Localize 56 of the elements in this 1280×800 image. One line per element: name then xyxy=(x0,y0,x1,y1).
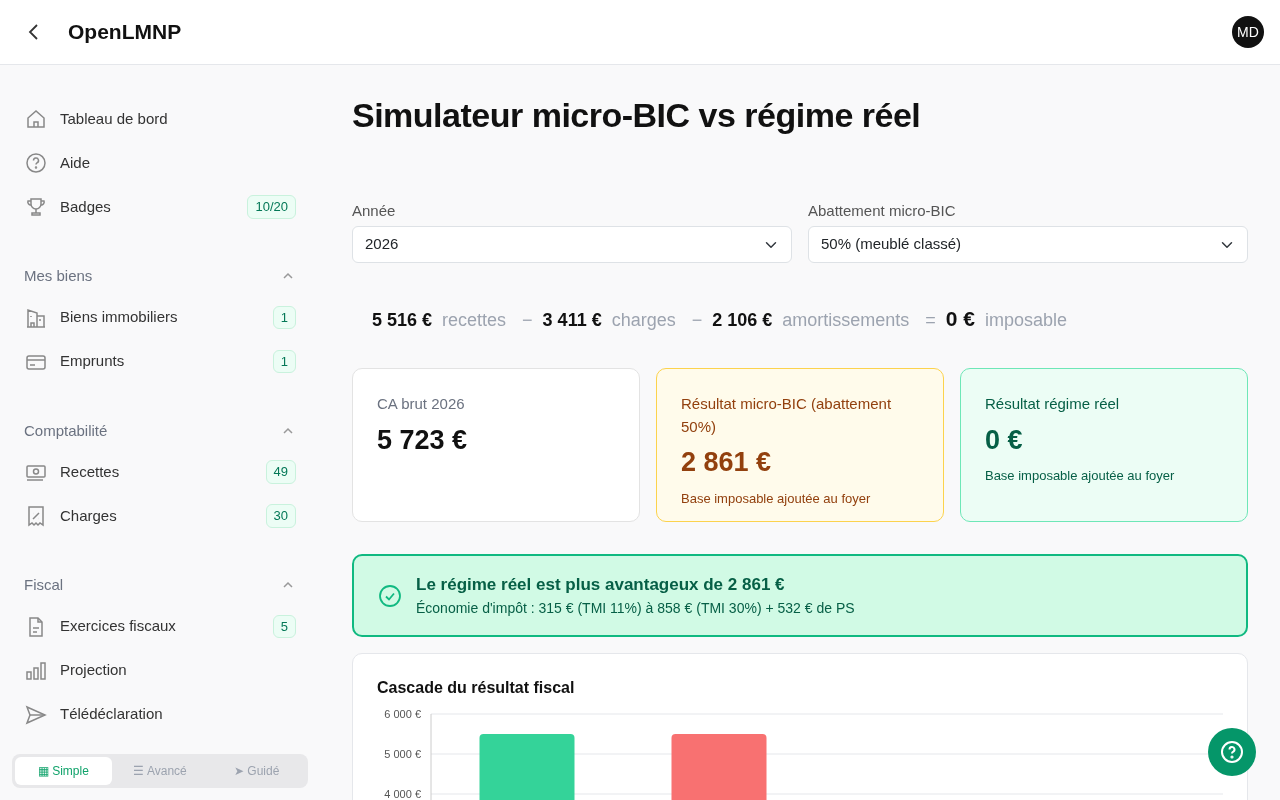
page-title: Simulateur micro-BIC vs régime réel xyxy=(352,95,922,136)
card-title: Résultat régime réel xyxy=(984,394,1121,415)
count-badge: 1 xyxy=(272,349,296,374)
home-icon xyxy=(24,107,48,131)
check-circle-icon xyxy=(378,583,402,608)
count-badge: 30 xyxy=(265,504,296,528)
card-note: Base imposable ajoutée au foyer xyxy=(984,467,1176,486)
card-title: Résultat micro-BIC (abattement 50%) xyxy=(681,394,893,437)
nav-item[interactable]: Badges 10/20 xyxy=(24,185,296,229)
operator-text: = xyxy=(925,308,936,332)
alert-text: Économie d'impôt : 315 € (TMI 11%) à 858 € (TMI 30%) + 532 € de PS xyxy=(416,598,855,618)
section-heading: Fiscal xyxy=(24,575,64,595)
axis-tick-label: 4 000 € xyxy=(384,787,421,800)
alert-title: Le régime réel est plus avantageux de 2 861 € xyxy=(416,574,786,597)
chart-title: Cascade du résultat fiscal xyxy=(377,677,576,698)
axis-tick-label: 5 000 € xyxy=(384,747,421,760)
user-avatar[interactable]: MD xyxy=(1232,16,1264,48)
nav-item[interactable]: Charges 30 xyxy=(24,494,296,538)
amount-label: charges xyxy=(611,308,676,332)
select-field[interactable]: 2026 xyxy=(352,226,792,263)
amount-label: amortissements xyxy=(782,308,910,332)
section-heading: Mes biens xyxy=(24,266,93,286)
section-heading: Comptabilité xyxy=(24,420,108,441)
amount-text: 3 411 € xyxy=(542,308,602,332)
field-label: Abattement micro-BIC xyxy=(808,200,957,221)
card-title: CA brut 2026 xyxy=(377,394,466,415)
trophy-icon xyxy=(24,195,48,219)
amount-text: 5 516 € xyxy=(372,308,433,332)
card-value: 2 861 € xyxy=(681,446,773,480)
nav-item[interactable]: Télédéclaration xyxy=(24,692,296,737)
nav-item[interactable]: Biens immobiliers 1 xyxy=(24,295,296,340)
app-title: OpenLMNP xyxy=(68,19,182,46)
count-badge: 10/20 xyxy=(247,195,296,219)
nav-item[interactable]: Exercices fiscaux 5 xyxy=(24,604,296,649)
amount-label: imposable xyxy=(985,308,1068,332)
card-value: 0 € xyxy=(984,423,1024,457)
nav-item[interactable]: Recettes 49 xyxy=(24,450,296,494)
count-badge: 1 xyxy=(272,305,296,330)
help-icon xyxy=(24,151,48,175)
nav-item[interactable]: Aide xyxy=(24,141,296,185)
count-badge: 5 xyxy=(272,614,296,639)
axis-tick-label: 6 000 € xyxy=(384,707,421,720)
amount-label: recettes xyxy=(442,308,507,332)
help-icon xyxy=(1220,740,1244,764)
operator-text: − xyxy=(522,308,533,332)
nav-item[interactable]: Emprunts 1 xyxy=(24,339,296,384)
card-value: 5 723 € xyxy=(377,423,469,457)
operator-text: − xyxy=(691,308,703,332)
nav-item[interactable]: Projection xyxy=(24,648,296,693)
total-amount: 0 € xyxy=(945,305,976,332)
nav-item[interactable]: Tableau de bord xyxy=(24,97,296,141)
amount-text: 2 106 € xyxy=(712,308,773,332)
field-label: Année xyxy=(352,200,397,221)
count-badge: 49 xyxy=(265,460,296,484)
select-field[interactable]: 50% (meublé classé) xyxy=(808,226,1248,263)
card-note: Base imposable ajoutée au foyer xyxy=(681,489,872,508)
